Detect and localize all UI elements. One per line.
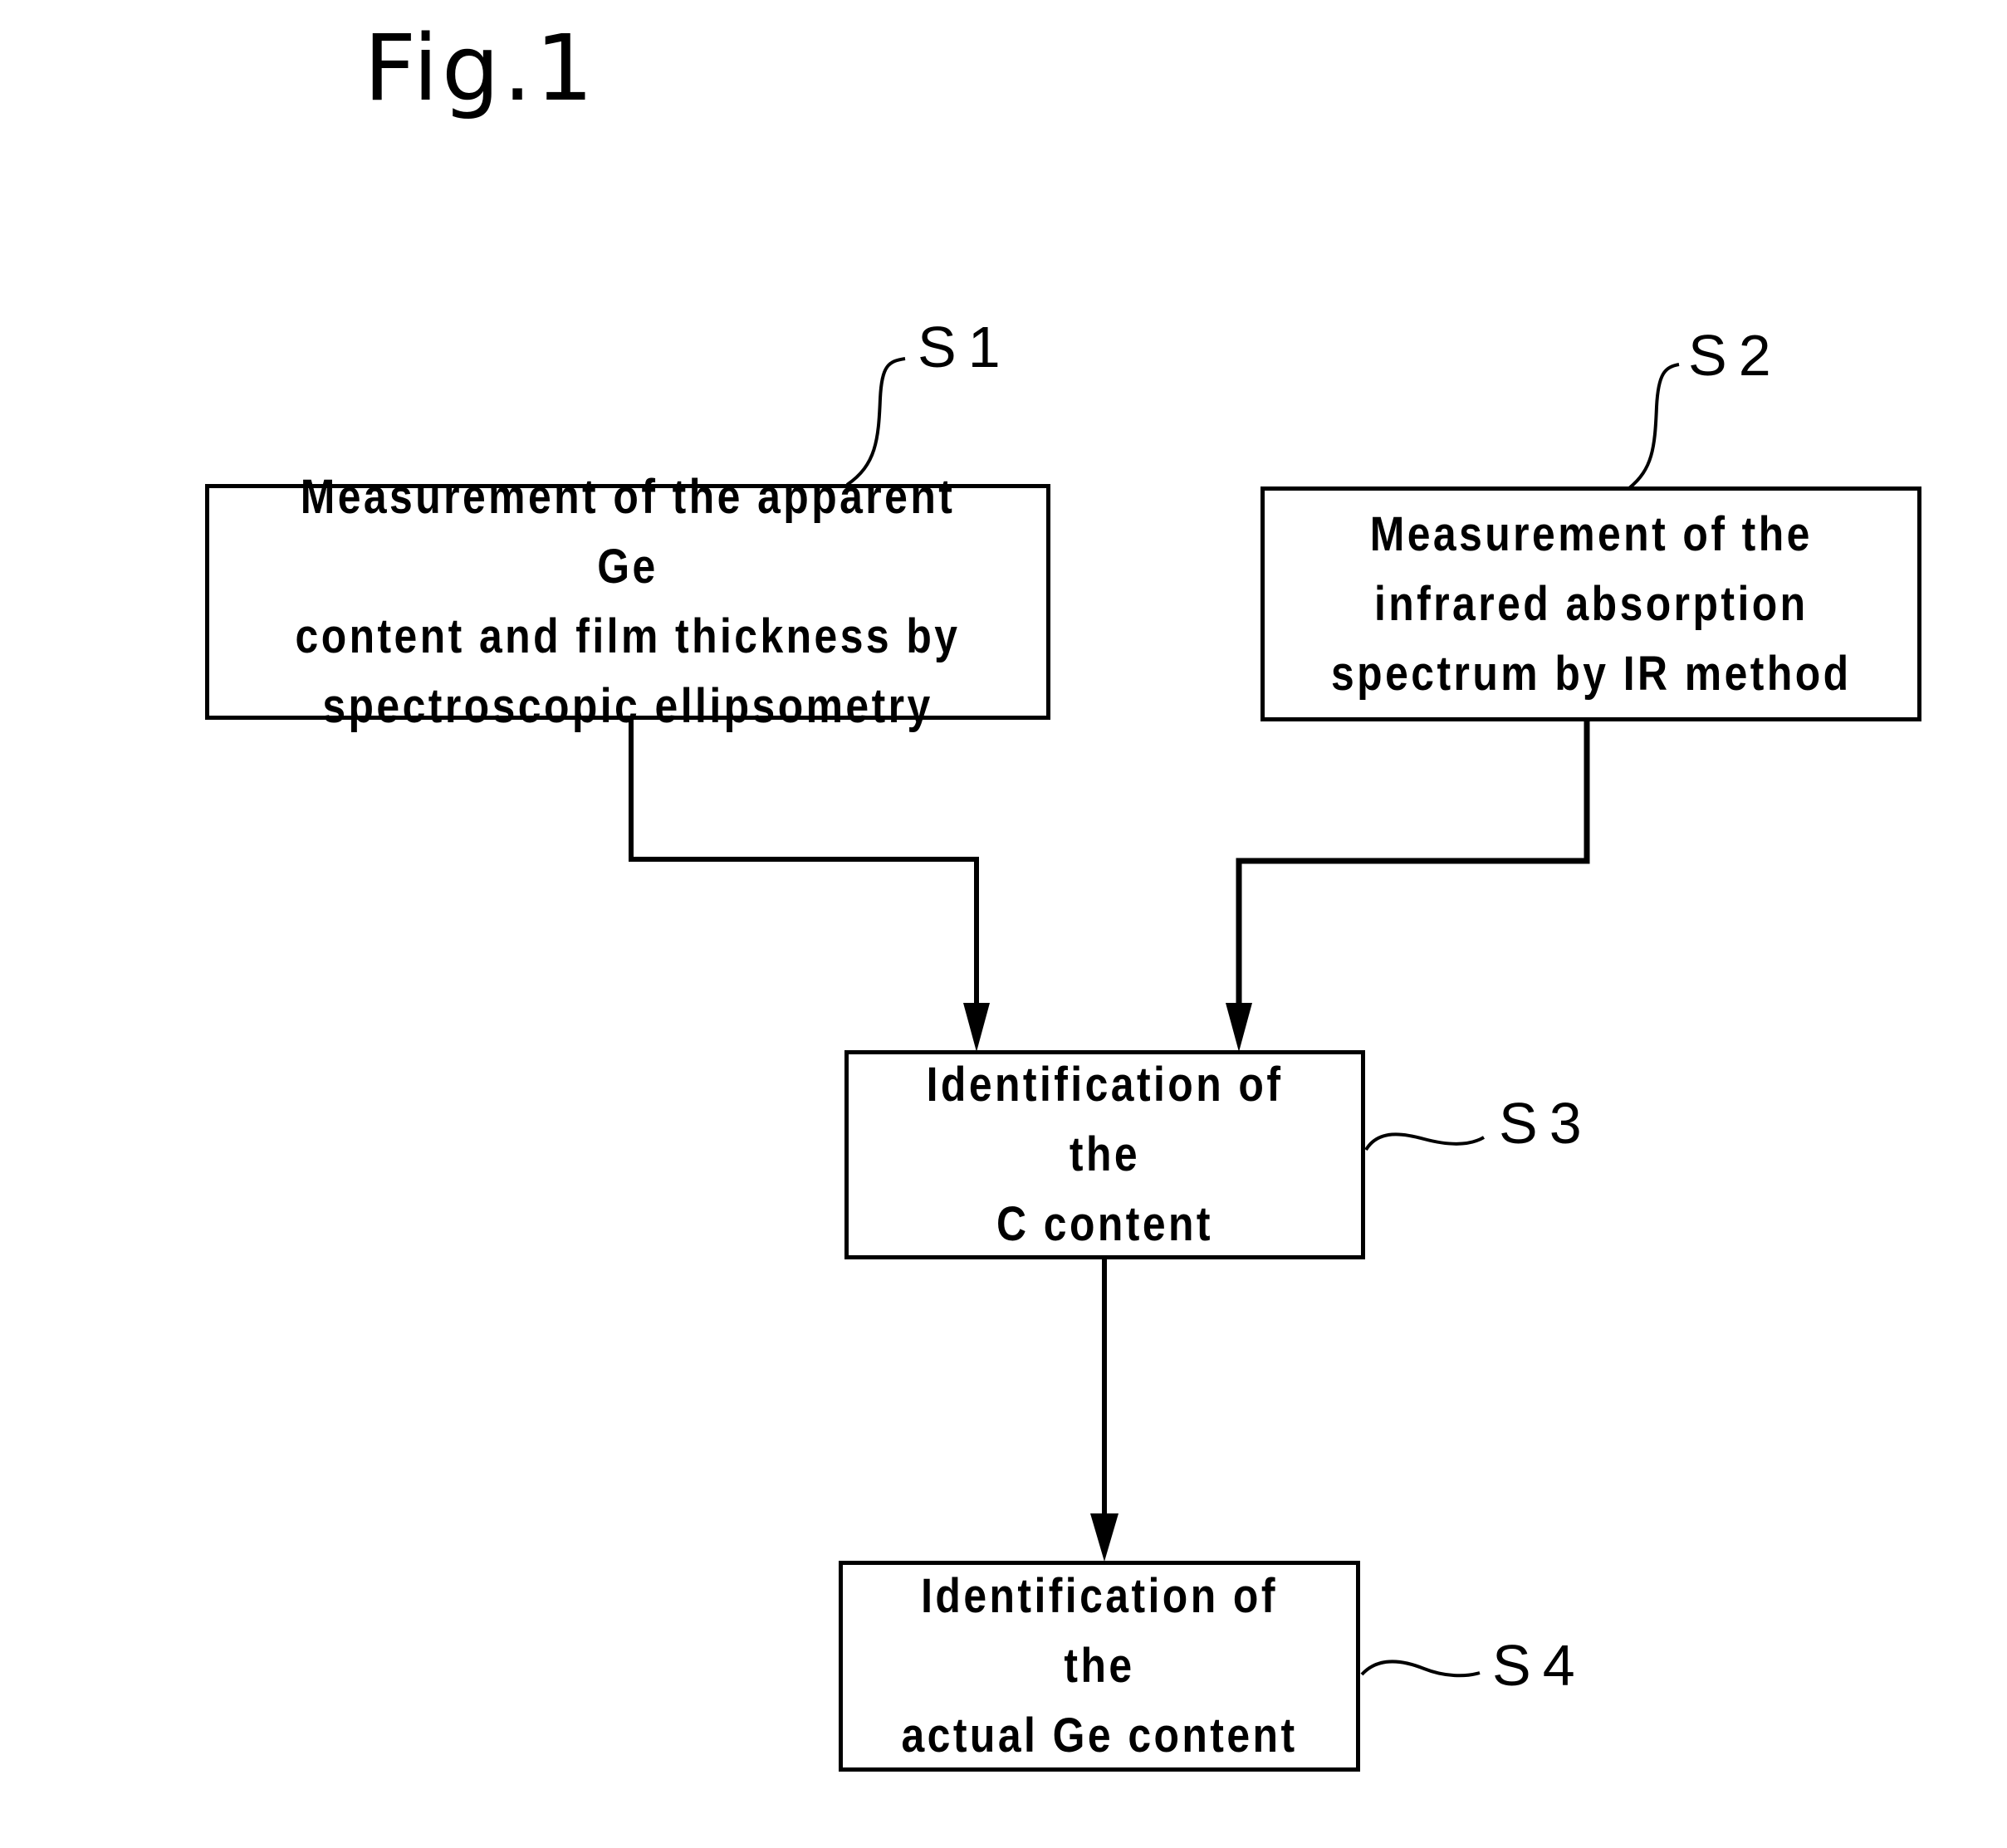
leader-line-s3 <box>1364 1132 1486 1151</box>
leader-line-s2 <box>1628 363 1680 490</box>
step-text-s2: Measurement of the infrared absorption s… <box>1330 506 1852 701</box>
step-box-s2: Measurement of the infrared absorption s… <box>1260 486 1921 721</box>
step-box-s4: Identification of the actual Ge content <box>839 1561 1360 1772</box>
step-box-s1: Measurement of the apparent Ge content a… <box>205 470 1050 733</box>
flow-arrow-s2-to-s3 <box>1236 721 1590 1005</box>
flow-arrow-s1-to-s3 <box>629 719 979 1005</box>
step-label-s2: S2 <box>1688 323 1783 388</box>
step-label-s1: S1 <box>918 315 1012 379</box>
step-label-s3: S3 <box>1499 1091 1593 1156</box>
arrowhead-s2-to-s3 <box>1226 1003 1252 1052</box>
step-text-s3: Identification of the C content <box>926 1058 1284 1251</box>
step-text-s4: Identification of the actual Ge content <box>901 1569 1298 1762</box>
arrowhead-s3-to-s4 <box>1090 1513 1119 1562</box>
step-text-s1: Measurement of the apparent Ge content a… <box>295 470 961 733</box>
leader-line-s4 <box>1360 1660 1481 1678</box>
arrowhead-s1-to-s3 <box>963 1003 990 1052</box>
step-box-s3: Identification of the C content <box>844 1050 1365 1259</box>
step-label-s4: S4 <box>1492 1633 1587 1698</box>
